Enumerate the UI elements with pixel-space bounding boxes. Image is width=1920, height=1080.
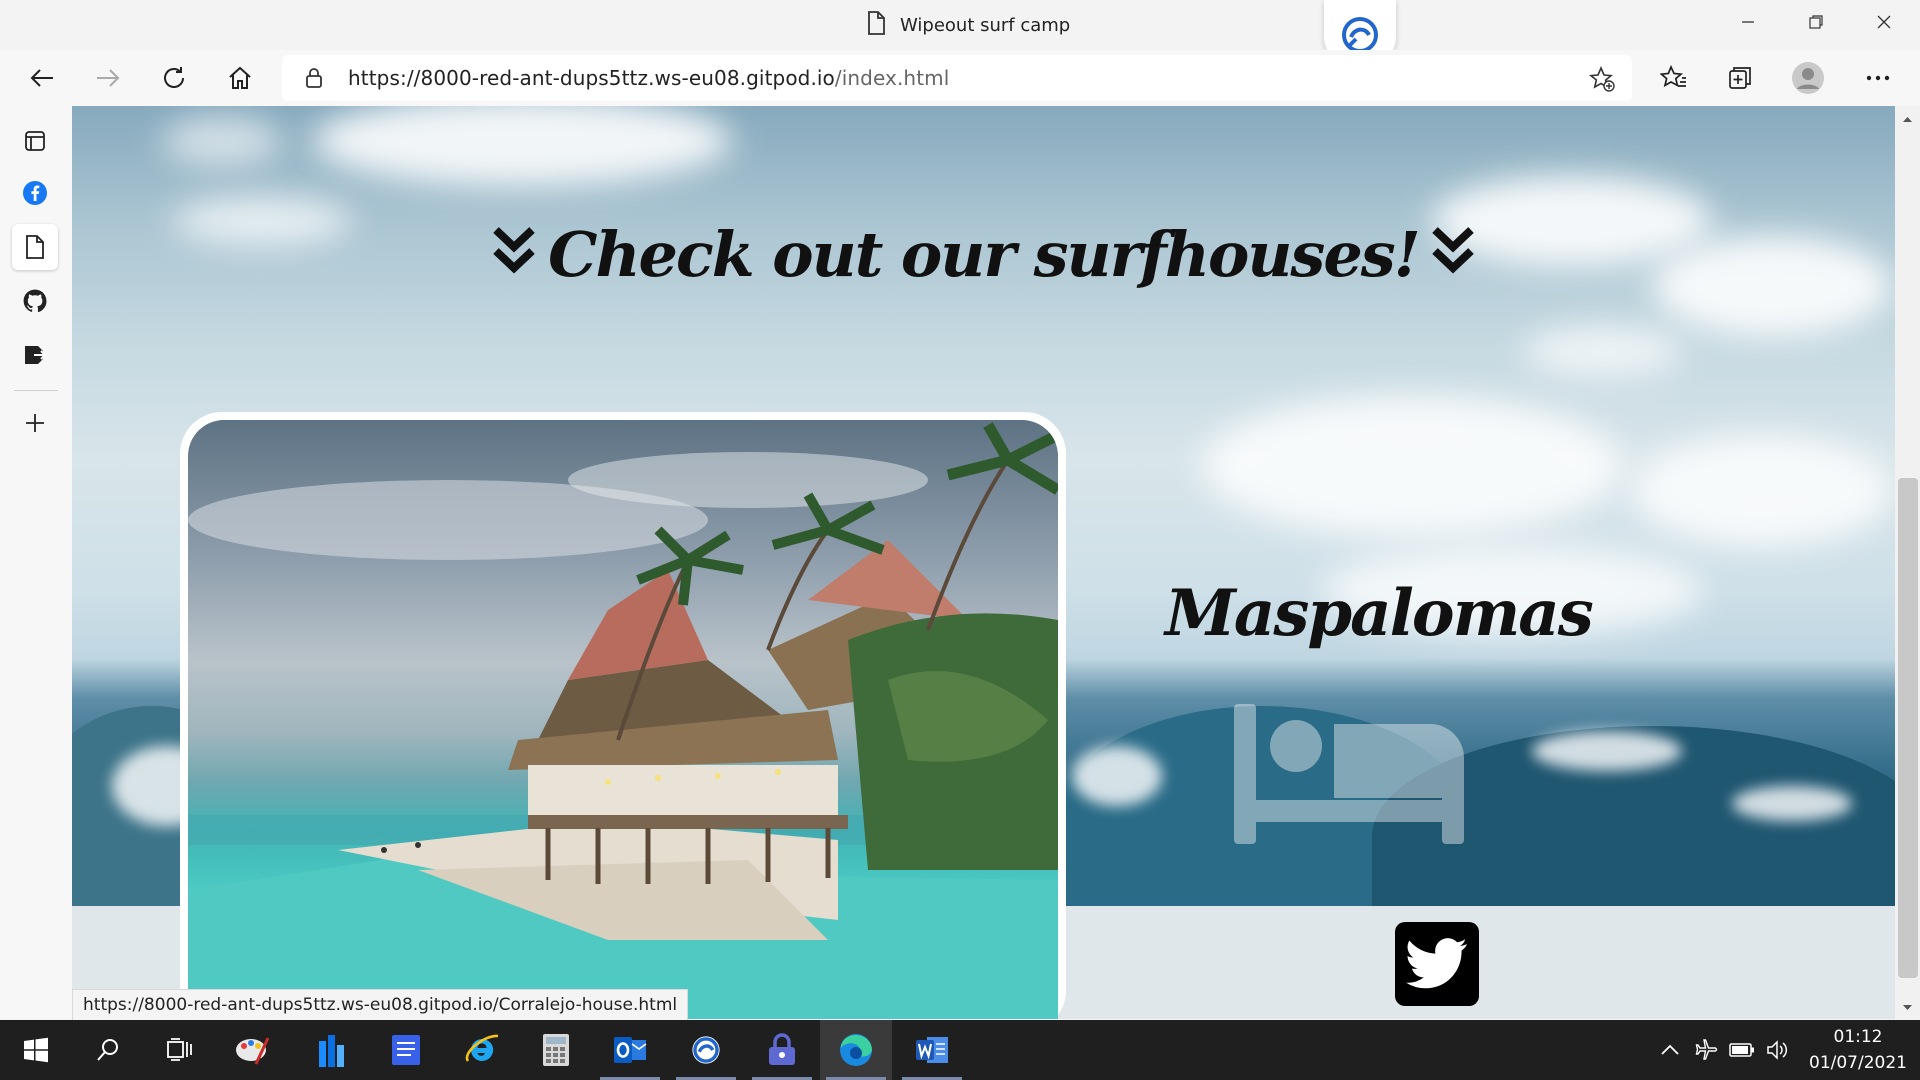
sidebar-exit-app[interactable]	[12, 332, 58, 378]
task-view-icon	[167, 1038, 192, 1061]
search-icon	[97, 1039, 118, 1061]
taskbar-internet-explorer[interactable]	[446, 1020, 518, 1080]
assistant-icon	[1342, 17, 1378, 53]
word-icon	[916, 1037, 948, 1063]
page-icon	[866, 10, 886, 40]
forward-arrow-icon	[97, 69, 120, 87]
sidebar-page[interactable]	[12, 224, 58, 270]
profile-button[interactable]	[1786, 56, 1830, 100]
forward-button[interactable]	[86, 56, 130, 100]
internet-explorer-icon	[465, 1034, 499, 1062]
collections-button[interactable]	[1718, 56, 1762, 100]
taskbar-calculator[interactable]	[520, 1020, 592, 1080]
edge-browser-icon	[840, 1034, 872, 1066]
taskbar-paint-app[interactable]	[216, 1020, 288, 1080]
battery-icon	[1729, 1043, 1754, 1057]
github-icon	[23, 289, 47, 313]
more-options-button[interactable]	[1856, 56, 1900, 100]
page-icon	[26, 235, 44, 259]
surfhouse-card-link[interactable]	[180, 412, 1066, 1019]
active-tab[interactable]: Wipeout surf camp	[866, 10, 1070, 40]
scroll-down-arrow-icon	[1903, 1005, 1912, 1010]
back-button[interactable]	[20, 56, 64, 100]
sidebar-github[interactable]	[12, 278, 58, 324]
browser-sidebar	[0, 106, 73, 1019]
sidebar-facebook[interactable]	[12, 170, 58, 216]
task-view-button[interactable]	[144, 1020, 216, 1080]
favorites-star-icon	[1660, 64, 1686, 88]
taskbar-edge-browser[interactable]	[820, 1020, 892, 1080]
search-button[interactable]	[72, 1020, 144, 1080]
padlock-icon	[769, 1033, 795, 1065]
collections-icon	[1729, 67, 1751, 89]
taskbar-assistant-app[interactable]	[670, 1020, 742, 1080]
clock-date: 01/07/2021	[1809, 1053, 1907, 1073]
url-text[interactable]: https://8000-red-ant-dups5ttz.ws-eu08.gi…	[348, 66, 949, 90]
favorites-button[interactable]	[1652, 56, 1696, 100]
browser-title-bar: Wipeout surf camp	[0, 0, 1920, 50]
tab-title: Wipeout surf camp	[900, 14, 1071, 36]
address-bar[interactable]: https://8000-red-ant-dups5ttz.ws-eu08.gi…	[282, 55, 1632, 101]
scrollbar-thumb[interactable]	[1898, 478, 1918, 978]
clock-time: 01:12	[1833, 1027, 1883, 1047]
airplane-icon	[1695, 1039, 1718, 1060]
chevron-up-icon	[1661, 1044, 1679, 1055]
link-status-bar: https://8000-red-ant-dups5ttz.ws-eu08.gi…	[72, 989, 689, 1021]
taskbar-analytics-app[interactable]	[296, 1020, 368, 1080]
back-arrow-icon	[30, 69, 53, 87]
lock-icon[interactable]	[304, 67, 324, 93]
refresh-button[interactable]	[152, 56, 196, 100]
taskbar-notes-app[interactable]	[370, 1020, 442, 1080]
sidebar-separator	[14, 390, 58, 391]
web-page-viewport: Check out our surfhouses! Maspalomas	[72, 106, 1895, 1019]
surfhouses-heading-text: Check out our surfhouses!	[548, 218, 1421, 291]
bar-chart-app-icon	[319, 1035, 344, 1067]
assistant-icon	[692, 1036, 720, 1064]
exit-tag-icon	[25, 346, 47, 364]
refresh-icon	[164, 67, 184, 88]
bed-icon	[1234, 704, 1464, 844]
url-path: /index.html	[834, 66, 950, 90]
tab-actions-icon	[25, 131, 45, 151]
restore-button[interactable]	[1782, 0, 1850, 44]
start-button[interactable]	[0, 1020, 72, 1080]
avatar-icon	[1792, 62, 1824, 94]
scroll-up-arrow-icon	[1903, 117, 1912, 122]
taskbar-outlook[interactable]	[594, 1020, 666, 1080]
surfhouses-heading: Check out our surfhouses!	[72, 218, 1895, 291]
windows-logo-icon	[24, 1037, 48, 1063]
outlook-icon	[614, 1037, 647, 1063]
battery-indicator[interactable]	[1728, 1036, 1756, 1064]
url-domain: https://8000-red-ant-dups5ttz.ws-eu08.gi…	[348, 66, 835, 90]
home-button[interactable]	[218, 56, 262, 100]
double-chevron-down-icon	[492, 218, 536, 291]
show-hidden-icons-button[interactable]	[1656, 1036, 1684, 1064]
taskbar-security-app[interactable]	[746, 1020, 818, 1080]
system-clock[interactable]: 01:12 01/07/2021	[1788, 1024, 1920, 1076]
add-favorite-icon[interactable]	[1588, 65, 1616, 97]
double-chevron-down-icon	[1431, 218, 1475, 291]
surfhouse-title: Maspalomas	[1165, 576, 1594, 651]
twitter-link[interactable]	[1395, 922, 1479, 1006]
notepad-icon	[392, 1035, 420, 1065]
sidebar-add[interactable]	[12, 400, 58, 446]
surfhouse-photo	[188, 420, 1058, 1019]
minimize-button[interactable]	[1714, 0, 1782, 44]
windows-taskbar: 01:12 01/07/2021	[0, 1020, 1920, 1080]
sidebar-tab-actions[interactable]	[12, 118, 58, 164]
taskbar-word[interactable]	[896, 1020, 968, 1080]
paint-palette-icon	[236, 1037, 270, 1065]
speaker-icon	[1767, 1040, 1788, 1060]
plus-icon	[26, 414, 44, 432]
twitter-icon	[1406, 938, 1467, 989]
close-window-button[interactable]	[1850, 0, 1918, 44]
calculator-icon	[543, 1034, 569, 1066]
beach-house-illustration	[188, 422, 1058, 1019]
facebook-icon	[23, 181, 47, 205]
browser-toolbar: https://8000-red-ant-dups5ttz.ws-eu08.gi…	[0, 50, 1920, 106]
more-horizontal-icon	[1866, 75, 1890, 81]
home-icon	[229, 66, 251, 89]
airplane-mode-indicator[interactable]	[1692, 1036, 1720, 1064]
